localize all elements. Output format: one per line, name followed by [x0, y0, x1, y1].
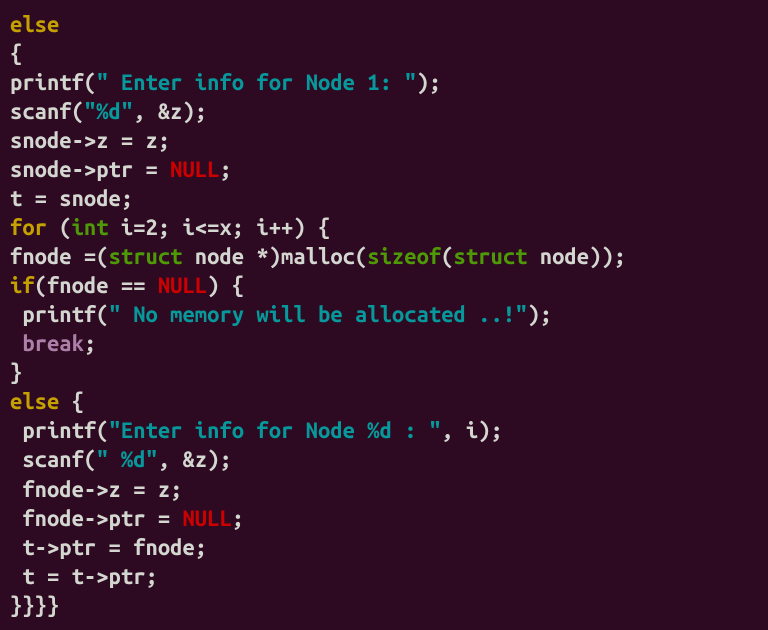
- brace-open: {: [10, 41, 22, 66]
- brace-close: }}}}: [10, 593, 59, 618]
- string-literal: " Enter info for Node 1: ": [96, 70, 416, 95]
- null-literal: NULL: [170, 157, 219, 182]
- keyword-sizeof: sizeof: [367, 244, 441, 269]
- code-text: [10, 331, 22, 356]
- null-literal: NULL: [158, 273, 207, 298]
- code-text: (fnode ==: [35, 273, 158, 298]
- string-literal: " No memory will be allocated ..!": [109, 302, 528, 327]
- code-text: i=2; i<=x; i++) {: [109, 215, 331, 240]
- code-text: t = t->ptr;: [10, 564, 158, 589]
- type-struct: struct: [454, 244, 528, 269]
- code-text: printf(: [10, 302, 109, 327]
- string-literal: "%d": [84, 99, 133, 124]
- code-text: fnode->z = z;: [10, 477, 182, 502]
- type-int: int: [72, 215, 109, 240]
- code-text: (: [47, 215, 72, 240]
- code-text: (: [441, 244, 453, 269]
- code-text: ;: [84, 331, 96, 356]
- code-text: ;: [219, 157, 231, 182]
- brace-close: }: [10, 360, 22, 385]
- keyword-break: break: [22, 331, 84, 356]
- code-text: );: [417, 70, 442, 95]
- code-text: , &z);: [133, 99, 207, 124]
- code-text: printf(: [10, 418, 109, 443]
- type-struct: struct: [109, 244, 183, 269]
- keyword-if: if: [10, 273, 35, 298]
- code-text: node));: [527, 244, 626, 269]
- code-text: fnode =(: [10, 244, 109, 269]
- code-text: t = snode;: [10, 186, 133, 211]
- code-text: node *)malloc(: [182, 244, 367, 269]
- code-text: t->ptr = fnode;: [10, 535, 207, 560]
- code-block: else { printf(" Enter info for Node 1: "…: [10, 10, 758, 620]
- null-literal: NULL: [182, 506, 231, 531]
- code-text: scanf(: [10, 447, 96, 472]
- code-text: ) {: [207, 273, 244, 298]
- string-literal: " %d": [96, 447, 158, 472]
- code-text: ;: [232, 506, 244, 531]
- code-text: printf(: [10, 70, 96, 95]
- string-literal: "Enter info for Node %d : ": [109, 418, 442, 443]
- code-text: snode->ptr =: [10, 157, 170, 182]
- code-text: );: [527, 302, 552, 327]
- keyword-else: else: [10, 389, 59, 414]
- keyword-else: else: [10, 12, 59, 37]
- code-text: snode->z = z;: [10, 128, 170, 153]
- code-text: , i);: [441, 418, 503, 443]
- code-text: , &z);: [158, 447, 232, 472]
- code-text: scanf(: [10, 99, 84, 124]
- code-text: {: [59, 389, 84, 414]
- keyword-for: for: [10, 215, 47, 240]
- code-text: fnode->ptr =: [10, 506, 182, 531]
